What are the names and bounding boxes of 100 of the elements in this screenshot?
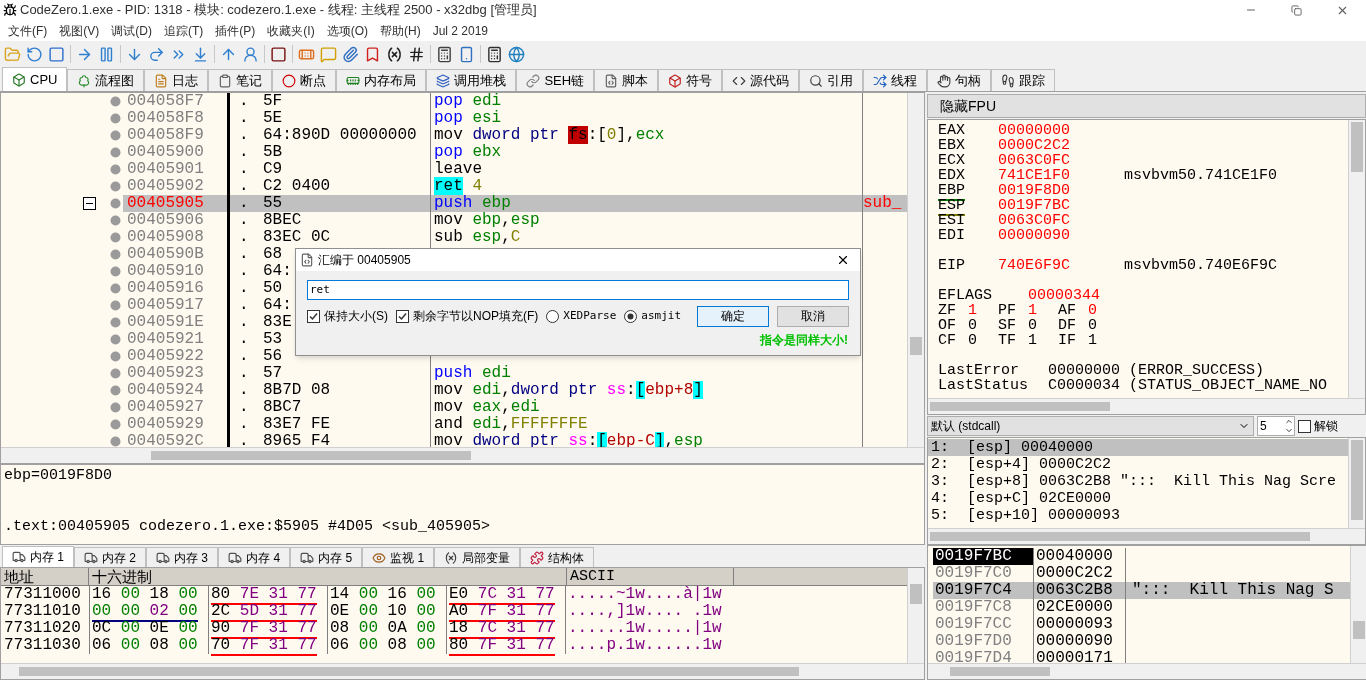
- address: 00405905: [126, 195, 205, 212]
- tab[interactable]: 流程图: [67, 69, 145, 91]
- address: 00405922: [126, 348, 205, 365]
- tab[interactable]: 内存 1: [2, 546, 74, 567]
- address: 00405927: [126, 399, 205, 416]
- argument-count-spinner[interactable]: 5: [1257, 416, 1295, 436]
- register-name: ESI: [938, 213, 966, 228]
- menu-item[interactable]: 选项(O): [320, 21, 374, 40]
- argument-row[interactable]: 2: [esp+4] 0000C2C2: [928, 456, 1348, 473]
- tab[interactable]: 内存 5: [290, 547, 363, 567]
- tab[interactable]: 符号: [658, 69, 723, 91]
- menu-item[interactable]: 收藏夹(I): [261, 21, 321, 40]
- info-line: ebp=0019F8D0: [4, 467, 114, 484]
- stack-address[interactable]: 0019F7C0: [933, 565, 1033, 582]
- tab[interactable]: 日志: [144, 69, 209, 91]
- column-header[interactable]: 地址: [1, 568, 89, 585]
- tab[interactable]: 跟踪: [991, 69, 1056, 91]
- tab[interactable]: 线程: [863, 69, 928, 91]
- tab[interactable]: 调用堆栈: [426, 69, 517, 91]
- convention-dropdown[interactable]: 默认 (stdcall): [927, 416, 1254, 436]
- register-value[interactable]: 740E6F9C: [998, 258, 1124, 273]
- stack-address[interactable]: 0019F7CC: [933, 616, 1033, 633]
- menu-item[interactable]: 插件(P): [209, 21, 262, 40]
- dump-address: 77311020: [3, 620, 82, 637]
- menu-item[interactable]: Jul 2 2019: [426, 21, 495, 40]
- register-value[interactable]: 0000C2C2: [998, 138, 1124, 153]
- instruction: mov ebp,esp: [434, 211, 540, 229]
- stack-address[interactable]: 0019F7D0: [933, 633, 1033, 650]
- stack-value: 00000093: [1033, 616, 1125, 633]
- register-value[interactable]: 0019F7BC: [998, 198, 1124, 213]
- register-value[interactable]: 0019F8D0: [998, 183, 1124, 198]
- tab[interactable]: 源代码: [722, 69, 800, 91]
- register-value[interactable]: 00000344: [1028, 288, 1100, 303]
- tab[interactable]: CPU: [2, 67, 68, 91]
- instruction-bytes: 50: [263, 279, 283, 297]
- tab[interactable]: SEH链: [516, 69, 595, 91]
- instruction-input[interactable]: ret: [307, 279, 849, 300]
- flag-value[interactable]: 1: [1028, 303, 1037, 318]
- tab[interactable]: 引用: [799, 69, 864, 91]
- stack-address[interactable]: 0019F7C8: [933, 599, 1033, 616]
- instruction-bytes: 68: [263, 245, 283, 263]
- argument-row[interactable]: 3: [esp+8] 0063C2B8 "::: Kill This Nag Scre: [928, 473, 1348, 490]
- unlock-checkbox[interactable]: 解锁: [1298, 417, 1338, 435]
- register-name: EDX: [938, 168, 966, 183]
- tab[interactable]: 内存 3: [146, 547, 219, 567]
- register-value[interactable]: 00000090: [998, 228, 1124, 243]
- dialog-button[interactable]: 确定: [697, 305, 770, 327]
- column-header[interactable]: 十六进制: [89, 568, 567, 585]
- menu-item[interactable]: 追踪(T): [158, 21, 210, 40]
- stack-address[interactable]: 0019F7BC: [933, 548, 1033, 565]
- dialog-button[interactable]: 取消: [777, 305, 849, 327]
- flag-value[interactable]: 0: [1088, 318, 1097, 333]
- register-value[interactable]: 0063C0FC: [998, 213, 1124, 228]
- tab[interactable]: 内存 4: [218, 547, 291, 567]
- flag-value[interactable]: 0: [968, 333, 977, 348]
- argument-row[interactable]: 5: [esp+10] 00000093: [928, 507, 1348, 524]
- register-value[interactable]: 0063C0FC: [998, 153, 1124, 168]
- instruction: leave: [434, 160, 482, 178]
- argument-row[interactable]: 1: [esp] 00040000: [928, 439, 1348, 456]
- tab[interactable]: 局部变量: [434, 547, 521, 567]
- tab[interactable]: 监视 1: [362, 547, 435, 567]
- tab[interactable]: 断点: [272, 69, 337, 91]
- radio-option[interactable]: asmjit: [624, 307, 682, 325]
- branch-marker: .: [238, 229, 250, 246]
- flag-name: OF: [938, 318, 957, 333]
- hide-fpu-button[interactable]: 隐藏FPU: [927, 94, 1366, 118]
- register-comment: msvbvm50.740E6F9C: [1124, 258, 1278, 273]
- register-value[interactable]: 00000000: [998, 123, 1124, 138]
- tab[interactable]: 脚本: [594, 69, 659, 91]
- tab[interactable]: 笔记: [208, 69, 273, 91]
- flag-value[interactable]: 1: [968, 303, 977, 318]
- flag-value[interactable]: 1: [1088, 333, 1097, 348]
- menu-item[interactable]: 帮助(H): [374, 21, 427, 40]
- tab[interactable]: 内存 2: [74, 547, 147, 567]
- register-value[interactable]: 741CE1F0: [998, 168, 1124, 183]
- tab[interactable]: 结构体: [520, 547, 595, 567]
- branch-marker: .: [238, 399, 250, 416]
- flag-value[interactable]: 0: [1028, 318, 1037, 333]
- status-value: C0000034 (STATUS_OBJECT_NAME_NO: [1048, 378, 1328, 393]
- branch-marker: .: [238, 416, 250, 433]
- column-header[interactable]: ASCII: [567, 568, 734, 585]
- flag-name: PF: [998, 303, 1017, 318]
- menu-item[interactable]: 调试(D): [105, 21, 158, 40]
- flag-value[interactable]: 1: [1028, 333, 1037, 348]
- stack-address[interactable]: 0019F7D4: [933, 650, 1033, 663]
- flag-value[interactable]: 0: [1088, 303, 1097, 318]
- instruction: mov eax,edi: [434, 398, 540, 416]
- flag-value[interactable]: 0: [968, 318, 977, 333]
- argument-row[interactable]: 4: [esp+C] 02CE0000: [928, 490, 1348, 507]
- address: 00405917: [126, 297, 205, 314]
- checkbox-option[interactable]: 保持大小(S): [307, 307, 388, 325]
- branch-marker: .: [238, 365, 250, 382]
- radio-option[interactable]: XEDParse: [546, 307, 617, 325]
- tab[interactable]: 句柄: [927, 69, 992, 91]
- stack-address[interactable]: 0019F7C4: [933, 582, 1033, 599]
- stack-value: 00040000: [1033, 548, 1125, 565]
- menu-item[interactable]: 文件(F): [2, 21, 54, 40]
- checkbox-option[interactable]: 剩余字节以NOP填充(F): [396, 307, 539, 325]
- menu-item[interactable]: 视图(V): [53, 21, 106, 40]
- tab[interactable]: 内存布局: [336, 69, 427, 91]
